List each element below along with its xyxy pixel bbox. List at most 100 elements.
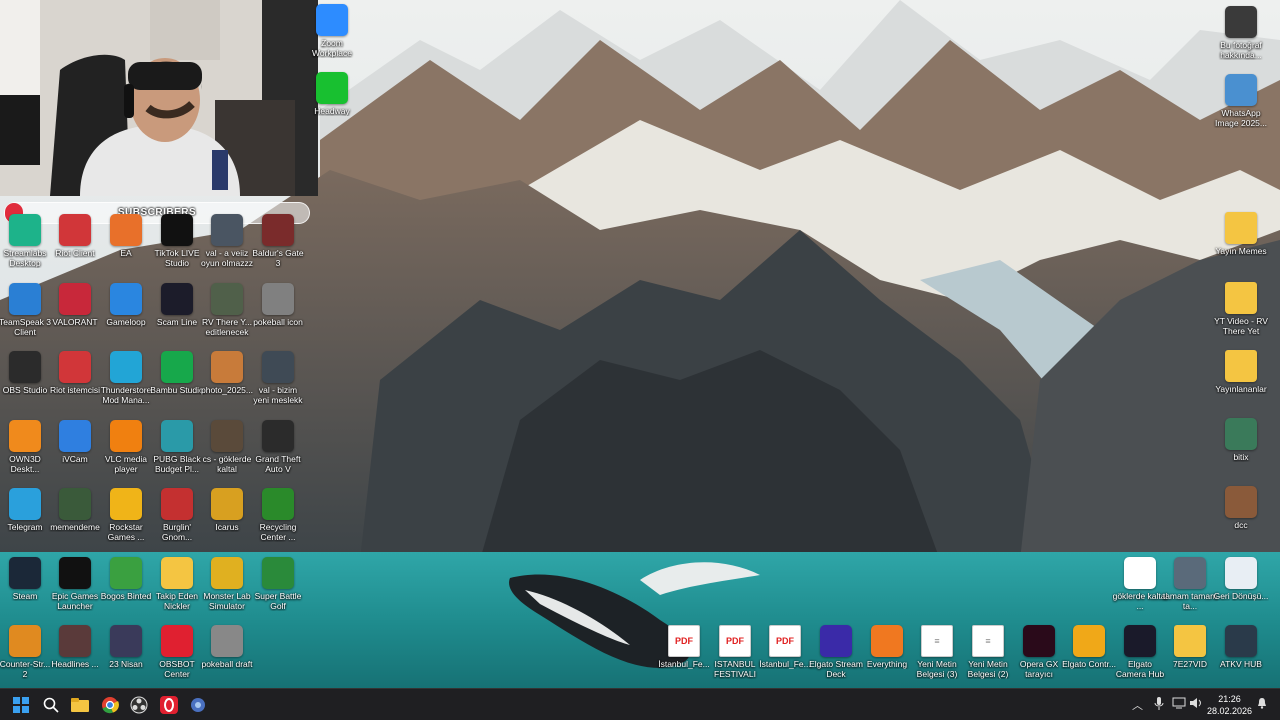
desktop-shortcut[interactable]: Opera GX tarayıcı [1011,621,1067,687]
desktop-shortcut[interactable]: Gameloop [98,279,154,345]
desktop-shortcut[interactable]: Monster Lab Simulator [199,553,255,619]
desktop-shortcut[interactable]: YT Video - RV There Yet [1213,278,1269,344]
chevron-up-icon[interactable]: ︿ [1132,697,1143,713]
desktop-shortcut[interactable]: Icarus [199,484,255,550]
zoom-icon [316,4,348,36]
desktop-shortcut[interactable]: PDF İstanbul_Fe... [656,621,712,687]
desktop-shortcut-label: Riot istemcisi [49,385,101,395]
desktop-shortcut-label: Rockstar Games ... [107,522,145,542]
microphone-icon[interactable] [1154,697,1164,714]
pdf-icon: PDF [769,625,801,657]
desktop-shortcut[interactable]: OWN3D Deskt... [0,416,53,482]
desktop-shortcut[interactable]: PDF İstanbul_Fe... [757,621,813,687]
desktop-shortcut[interactable]: Super Battle Golf [250,553,306,619]
desktop-shortcut[interactable]: TikTok LIVE Studio [149,210,205,276]
obs-icon [9,351,41,383]
desktop-shortcut[interactable]: Headlines ... [47,621,103,687]
system-clock[interactable]: 21:26 28.02.2026 [1207,693,1252,717]
desktop-shortcut-label: Thunderstore Mod Mana... [100,385,152,405]
notification-bell-icon[interactable] [1256,697,1268,712]
desktop-shortcut[interactable]: Steam [0,553,53,619]
desktop-shortcut[interactable]: PUBG Black Budget Pl... [149,416,205,482]
desktop-shortcut[interactable]: ≡ Yeni Metin Belgesi (2) [960,621,1016,687]
riot-client-icon [59,214,91,246]
desktop-shortcut[interactable]: val - bizim yeni meslekk [250,347,306,413]
desktop-shortcut[interactable]: VLC media player [98,416,154,482]
desktop-shortcut-label: İstanbul_Fe... [658,659,710,669]
desktop-shortcut[interactable]: OBSBOT Center [149,621,205,687]
desktop-shortcut[interactable]: EA [98,210,154,276]
desktop-shortcut[interactable]: 7E27VID [1162,621,1218,687]
desktop-shortcut[interactable]: VALORANT [47,279,103,345]
desktop-shortcut[interactable]: Riot istemcisi [47,347,103,413]
desktop-shortcut[interactable]: Yayınlananlar [1213,346,1269,412]
opera-icon[interactable] [157,693,181,717]
desktop-shortcut[interactable]: Epic Games Launcher [47,553,103,619]
desktop-shortcut[interactable]: photo_2025... [199,347,255,413]
desktop-shortcut[interactable]: bitix [1213,414,1269,480]
desktop-shortcut[interactable]: Elgato Contr... [1061,621,1117,687]
desktop-shortcut[interactable]: PDFISTANBUL FESTIVALI 3... [707,621,763,687]
desktop-shortcut[interactable]: 23 Nisan [98,621,154,687]
desktop-shortcut[interactable]: Takip Eden Nickler [149,553,205,619]
file-explorer-icon[interactable] [68,693,92,717]
search-icon[interactable] [39,693,63,717]
desktop-shortcut[interactable]: iVCam [47,416,103,482]
desktop-shortcut[interactable]: Bambu Studio [149,347,205,413]
desktop-shortcut[interactable]: WhatsApp Image 2025... [1213,70,1269,136]
desktop-shortcut-label: OBS Studio [2,385,48,395]
icarus-icon [211,488,243,520]
desktop-shortcut[interactable]: Grand Theft Auto V [250,416,306,482]
network-icon[interactable] [1172,697,1186,712]
desktop-shortcut[interactable]: ATKV HUB [1213,621,1269,687]
desktop-shortcut[interactable]: Elgato Stream Deck [808,621,864,687]
folder-icon [1225,212,1257,244]
desktop-shortcut[interactable]: Geri Dönüşü... [1213,553,1269,619]
desktop-shortcut[interactable]: Counter-Str... 2 [0,621,53,687]
desktop-shortcut-label: val - a veiiz oyun olmazzz [201,248,253,268]
folder-icon [1225,350,1257,382]
windows-icon[interactable] [9,693,33,717]
desktop-shortcut[interactable]: Yayın Memes [1213,208,1269,274]
volume-icon[interactable] [1190,697,1204,712]
desktop-shortcut[interactable]: Zoom Workplace [304,0,360,66]
desktop-shortcut[interactable]: cs - göklerde kaltal [199,416,255,482]
app-icon[interactable] [186,693,210,717]
desktop-shortcut[interactable]: dcc [1213,482,1269,548]
desktop-shortcut[interactable]: Bu fotoğraf hakkında... [1213,2,1269,68]
desktop-shortcut[interactable]: Elgato Camera Hub [1112,621,1168,687]
desktop-shortcut[interactable]: Bogos Binted [98,553,154,619]
chrome-icon[interactable] [98,693,122,717]
obs-icon[interactable] [127,693,151,717]
desktop-shortcut[interactable]: Recycling Center ... [250,484,306,550]
desktop-shortcut-label: WhatsApp Image 2025... [1215,108,1267,128]
desktop-shortcut[interactable]: OBS Studio [0,347,53,413]
desktop-shortcut[interactable]: Burglin' Gnom... [149,484,205,550]
everything-icon [871,625,903,657]
desktop-shortcut[interactable]: ≡ Yeni Metin Belgesi (3) [909,621,965,687]
desktop-shortcut[interactable]: Telegram [0,484,53,550]
recycling-center-icon [262,488,294,520]
ea-icon [110,214,142,246]
text-file-icon: ≡ [972,625,1004,657]
desktop-shortcut[interactable]: Rockstar Games ... [98,484,154,550]
desktop-shortcut-label: Geri Dönüşü... [1213,591,1269,601]
desktop-shortcut[interactable]: memendeme [47,484,103,550]
desktop-shortcut-label: Grand Theft Auto V [255,454,301,474]
desktop-shortcut[interactable]: Riot Client [47,210,103,276]
desktop-shortcut[interactable]: val - a veiiz oyun olmazzz [199,210,255,276]
desktop-shortcut[interactable]: RV There Y... editlenecek [199,279,255,345]
desktop-shortcut[interactable]: göklerde kaltal ... [1112,553,1168,619]
desktop-shortcut[interactable]: tamam tamam ta... [1162,553,1218,619]
desktop-shortcut[interactable]: pokeball icon [250,279,306,345]
desktop-shortcut[interactable]: Thunderstore Mod Mana... [98,347,154,413]
desktop-shortcut[interactable]: Headway [304,68,360,134]
desktop-shortcut[interactable]: Everything [859,621,915,687]
desktop-shortcut[interactable]: Baldur's Gate 3 [250,210,306,276]
desktop-shortcut[interactable]: TeamSpeak 3 Client [0,279,53,345]
desktop-shortcut[interactable]: Scam Line [149,279,205,345]
desktop-shortcut[interactable]: Streamlabs Desktop [0,210,53,276]
desktop-shortcut[interactable]: pokeball draft [199,621,255,687]
riot-client-icon [59,351,91,383]
thunderstore-icon [110,351,142,383]
